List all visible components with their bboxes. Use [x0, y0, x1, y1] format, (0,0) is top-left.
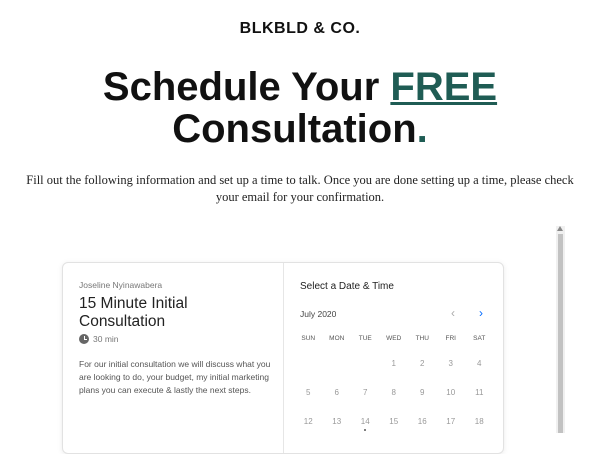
calendar-day: 10	[446, 388, 456, 397]
chevron-left-icon[interactable]: ‹	[444, 304, 462, 322]
calendar-day-empty	[351, 359, 380, 368]
today-indicator	[364, 429, 366, 431]
weekday-label: SUN	[301, 335, 316, 342]
calendar-day-empty	[294, 359, 323, 368]
duration-label: 30 min	[93, 334, 119, 344]
event-details-pane: Joseline Nyinawabera 15 Minute Initial C…	[63, 263, 284, 453]
calendar-day: 7	[363, 388, 368, 397]
calendar-heading: Select a Date & Time	[300, 281, 394, 292]
headline-prefix: Schedule Your	[102, 65, 391, 109]
calendar-day: 8	[391, 388, 396, 397]
calendar-day: 16	[417, 417, 427, 426]
calendar-pane: Select a Date & Time July 2020 ‹ › SUN M…	[284, 263, 503, 453]
calendar-day: 1	[391, 359, 396, 368]
calendar-month: July 2020	[300, 309, 337, 319]
weekday-label: MON	[329, 335, 345, 342]
calendar-day: 6	[334, 388, 339, 397]
headline-accent-free: FREE	[390, 65, 498, 109]
calendar-day: 17	[446, 417, 456, 426]
scheduling-widget: Joseline Nyinawabera 15 Minute Initial C…	[62, 262, 504, 454]
scroll-up-icon[interactable]	[557, 226, 563, 231]
weekday-label: TUE	[358, 335, 372, 342]
headline-dot: .	[416, 107, 428, 151]
clock-icon	[79, 334, 89, 344]
calendar-day: 15	[389, 417, 399, 426]
calendar-day: 13	[332, 417, 342, 426]
page-headline: Schedule Your FREE Consultation.	[0, 66, 600, 150]
calendar-day: 2	[420, 359, 425, 368]
calendar-day: 5	[306, 388, 311, 397]
scrollbar-thumb[interactable]	[558, 234, 563, 433]
weekday-label: THU	[415, 335, 429, 342]
calendar-day-today: 14	[360, 417, 370, 426]
headline-line2: Consultation	[172, 107, 417, 151]
calendar-day: 11	[475, 388, 484, 397]
brand-logo-text: BLKBLD & CO.	[239, 20, 361, 37]
weekday-label: FRI	[445, 335, 456, 342]
calendar-day: 12	[303, 417, 313, 426]
calendar-day: 18	[474, 417, 484, 426]
weekday-label: WED	[386, 335, 402, 342]
calendar-week: 1 2 3 4	[294, 359, 494, 368]
calendar-week: 5 6 7 8 9 10 11	[294, 388, 494, 397]
weekday-header: SUN MON TUE WED THU FRI SAT	[294, 335, 494, 342]
event-description: For our initial consultation we will dis…	[79, 359, 271, 395]
weekday-label: SAT	[473, 335, 486, 342]
scrollbar[interactable]	[556, 226, 565, 433]
calendar-day: 4	[477, 359, 482, 368]
calendar-day: 9	[420, 388, 425, 397]
intro-text: Fill out the following information and s…	[26, 173, 574, 204]
event-title: 15 Minute Initial Consultation	[79, 295, 188, 330]
chevron-right-icon[interactable]: ›	[472, 304, 490, 322]
event-duration: 30 min	[79, 334, 119, 344]
calendar-day-empty	[323, 359, 352, 368]
organizer-name: Joseline Nyinawabera	[79, 280, 163, 290]
calendar-day: 3	[448, 359, 453, 368]
calendar-week: 12 13 14 15 16 17 18	[294, 417, 494, 426]
